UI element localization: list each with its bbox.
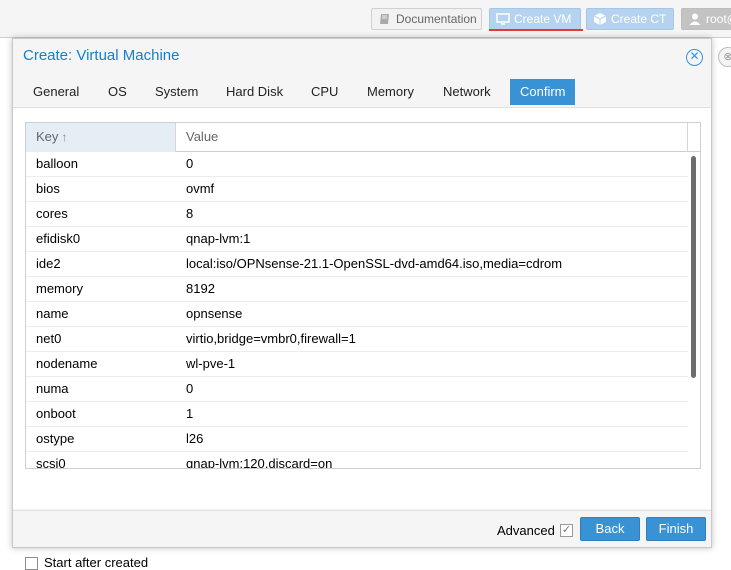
row-value: qnap-lvm:1 — [186, 231, 251, 246]
table-row[interactable]: onboot 1 — [26, 402, 688, 427]
table-row[interactable]: name opnsense — [26, 302, 688, 327]
row-value: local:iso/OPNsense-21.1-OpenSSL-dvd-amd6… — [186, 256, 563, 271]
advanced-label: Advanced — [497, 523, 555, 538]
grid-body: balloon 0 bios ovmf cores 8 efidisk0 qnap-lv… — [26, 152, 688, 469]
row-key: efidisk0 — [36, 231, 81, 246]
table-row[interactable]: nodename wl-pve-1 — [26, 352, 688, 377]
row-value: qnap-lvm:120,discard=on — [186, 456, 333, 469]
create-vm-dialog: Create: Virtual Machine ✕ General OS Sys… — [12, 38, 712, 570]
row-key: memory — [36, 281, 83, 296]
user-label: root@ — [706, 12, 731, 26]
documentation-label: Documentation — [396, 12, 477, 26]
background-panel — [0, 38, 12, 562]
row-key: ide2 — [36, 256, 61, 271]
create-ct-button[interactable]: Create CT — [586, 8, 674, 30]
row-value: opnsense — [186, 306, 243, 321]
row-key: bios — [36, 181, 60, 196]
grid-header: Key ↑ Value — [26, 123, 700, 152]
table-row[interactable]: numa 0 — [26, 377, 688, 402]
create-ct-label: Create CT — [611, 12, 667, 26]
back-button[interactable]: Back — [580, 517, 640, 541]
finish-button[interactable]: Finish — [646, 517, 706, 541]
row-value: 8192 — [186, 281, 215, 296]
row-key: scsi0 — [36, 456, 66, 469]
dialog-title: Create: Virtual Machine — [23, 47, 180, 64]
book-icon — [380, 14, 389, 24]
tab-hard-disk[interactable]: Hard Disk — [216, 79, 293, 105]
grid-scrollbar[interactable] — [691, 156, 696, 378]
monitor-icon — [496, 13, 510, 25]
row-key: name — [36, 306, 69, 321]
create-vm-button[interactable]: Create VM — [489, 8, 581, 30]
value-column-header[interactable]: Value — [176, 123, 688, 152]
row-value: virtio,bridge=vmbr0,firewall=1 — [186, 331, 356, 346]
tab-network[interactable]: Network — [433, 79, 501, 105]
start-after-created-checkbox[interactable] — [25, 557, 38, 570]
table-row[interactable]: balloon 0 — [26, 152, 688, 177]
close-icon[interactable]: ✕ — [686, 49, 703, 66]
tab-cpu[interactable]: CPU — [301, 79, 348, 105]
documentation-button[interactable]: Documentation — [371, 8, 482, 30]
row-key: balloon — [36, 156, 78, 171]
user-icon — [689, 13, 701, 25]
background-close-icon: ⊗ — [718, 47, 731, 67]
key-column-header[interactable]: Key ↑ — [26, 123, 176, 152]
start-after-created-label: Start after created — [44, 555, 149, 570]
table-row[interactable]: ide2 local:iso/OPNsense-21.1-OpenSSL-dvd-… — [26, 252, 688, 277]
wizard-tabs: General OS System Hard Disk CPU Memory N… — [13, 79, 711, 107]
table-row[interactable]: memory 8192 — [26, 277, 688, 302]
summary-grid: Key ↑ Value balloon 0 bios ovmf cores 8 efid… — [25, 122, 701, 469]
table-row[interactable]: net0 virtio,bridge=vmbr0,firewall=1 — [26, 327, 688, 352]
row-key: nodename — [36, 356, 98, 371]
table-row[interactable]: bios ovmf — [26, 177, 688, 202]
table-row[interactable]: scsi0 qnap-lvm:120,discard=on — [26, 452, 688, 469]
footer-divider — [13, 510, 711, 511]
key-header-label: Key — [36, 129, 59, 144]
row-value: 0 — [186, 381, 194, 396]
row-value: 1 — [186, 406, 194, 421]
tab-general[interactable]: General — [23, 79, 89, 105]
confirm-panel: Key ↑ Value balloon 0 bios ovmf cores 8 efid… — [13, 111, 711, 570]
top-toolbar: Documentation Create VM Create CT root@ — [0, 0, 731, 38]
row-key: ostype — [36, 431, 75, 446]
tab-memory[interactable]: Memory — [357, 79, 424, 105]
advanced-checkbox[interactable]: ✓ — [560, 524, 573, 537]
cube-icon — [593, 13, 607, 25]
table-row[interactable]: efidisk0 qnap-lvm:1 — [26, 227, 688, 252]
create-vm-underline — [489, 29, 583, 31]
row-value: 0 — [186, 156, 194, 171]
table-row[interactable]: ostype l26 — [26, 427, 688, 452]
row-value: 8 — [186, 206, 194, 221]
tab-os[interactable]: OS — [98, 79, 137, 105]
sort-ascending-icon: ↑ — [61, 130, 68, 144]
row-value: wl-pve-1 — [186, 356, 236, 371]
table-row[interactable]: cores 8 — [26, 202, 688, 227]
tab-system[interactable]: System — [145, 79, 208, 105]
value-header-label: Value — [186, 129, 219, 144]
row-value: ovmf — [186, 181, 215, 196]
tab-confirm[interactable]: Confirm — [510, 79, 575, 105]
row-key: numa — [36, 381, 69, 396]
user-menu-button[interactable]: root@ — [681, 8, 731, 30]
row-key: net0 — [36, 331, 62, 346]
row-key: onboot — [36, 406, 76, 421]
create-vm-label: Create VM — [514, 12, 572, 26]
row-key: cores — [36, 206, 68, 221]
row-value: l26 — [186, 431, 204, 446]
